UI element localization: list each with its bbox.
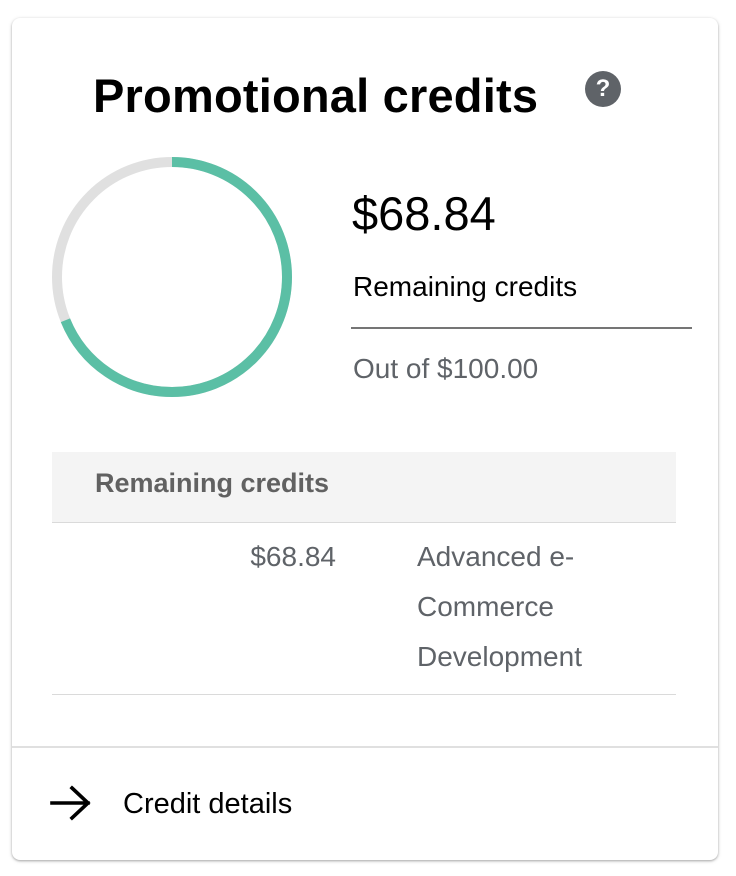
help-icon[interactable]: ?: [585, 71, 621, 107]
remaining-credits-label: Remaining credits: [353, 271, 578, 302]
credits-donut-chart: [52, 157, 292, 397]
credit-details-link[interactable]: Credit details: [12, 746, 718, 860]
promotional-credits-card: Promotional credits ? $68.84 Remaining c…: [12, 18, 718, 860]
card-title: Promotional credits: [93, 69, 539, 122]
credits-table: Remaining credits $68.84 Advanced e-Comm…: [52, 452, 676, 695]
credit-details-label: Credit details: [123, 788, 293, 820]
remaining-amount: $68.84: [352, 187, 496, 240]
arrow-right-icon: [50, 785, 91, 821]
summary-divider: [351, 327, 692, 329]
row-amount: $68.84: [250, 541, 336, 572]
help-glyph: ?: [595, 75, 611, 102]
table-header-remaining-credits: Remaining credits: [95, 468, 330, 498]
total-credits-text: Out of $100.00: [353, 353, 539, 384]
table-row: $68.84 Advanced e-Commerce Development: [52, 523, 676, 695]
row-credit-name: Advanced e-Commerce Development: [417, 541, 582, 672]
table-header: Remaining credits: [52, 452, 676, 523]
